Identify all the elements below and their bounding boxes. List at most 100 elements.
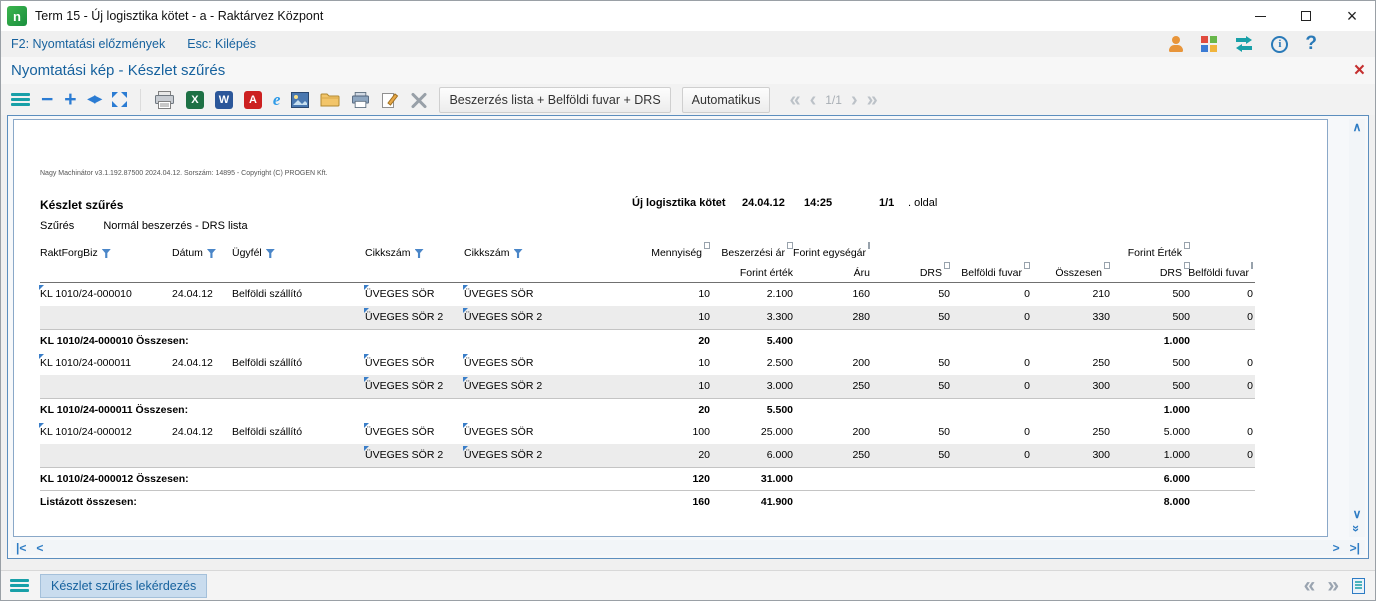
panel-close-icon[interactable]: × — [1354, 61, 1365, 80]
print-settings-icon[interactable] — [351, 92, 370, 108]
table-cell: 50 — [872, 352, 952, 375]
zoom-in-button[interactable]: + — [64, 91, 76, 109]
browser-export-icon[interactable]: e — [273, 90, 281, 110]
summary-cell: 20 — [594, 329, 712, 352]
document-icon[interactable] — [1351, 577, 1366, 595]
summary-cell — [795, 490, 872, 513]
report-meta-line: Nagy Machinátor v3.1.192.87500 2024.04.1… — [40, 170, 328, 177]
column-header-empty — [172, 262, 232, 282]
menu-exit[interactable]: Esc: Kilépés — [187, 37, 256, 51]
filter-icon[interactable] — [415, 249, 424, 258]
filter-icon[interactable] — [514, 249, 523, 258]
app-window: n Term 15 - Új logisztika kötet - a - Ra… — [0, 0, 1376, 601]
pdf-export-icon[interactable]: A — [244, 91, 262, 109]
summary-cell: 160 — [594, 490, 712, 513]
summary-cell: KL 1010/24-000011 Összesen: — [40, 398, 172, 421]
table-cell: 500 — [1112, 352, 1192, 375]
maximize-button[interactable] — [1283, 1, 1329, 31]
zoom-out-button[interactable]: − — [41, 91, 53, 109]
column-header: Belföldi fuvar — [1192, 262, 1255, 282]
print-icon[interactable] — [154, 91, 175, 109]
summary-cell — [872, 398, 952, 421]
column-header-label: Belföldi fuvar — [961, 267, 1022, 279]
statusbar-menu-icon[interactable] — [10, 579, 29, 592]
scroll-page-down-button[interactable]: » — [1350, 525, 1363, 532]
summary-cell: 20 — [594, 398, 712, 421]
query-tab[interactable]: Készlet szűrés lekérdezés — [40, 574, 207, 598]
table-cell: 280 — [795, 306, 872, 329]
table-cell: 100 — [594, 421, 712, 444]
column-header-label: Belföldi fuvar — [1188, 267, 1249, 279]
column-header: DRS — [1112, 262, 1192, 282]
summary-cell — [952, 490, 1032, 513]
scroll-home-button[interactable]: |< — [16, 542, 26, 554]
column-header: DRS — [872, 262, 952, 282]
column-header[interactable]: RaktForgBiz — [40, 242, 172, 262]
scroll-left-button[interactable]: < — [36, 542, 43, 554]
menubar: F2: Nyomtatási előzmények Esc: Kilépés i… — [1, 31, 1375, 57]
filter-icon[interactable] — [266, 249, 275, 258]
summary-cell — [1192, 490, 1255, 513]
column-header[interactable]: Cikkszám — [365, 242, 464, 262]
sync-icon[interactable] — [1234, 36, 1254, 52]
scroll-up-button[interactable]: ∧ — [1353, 121, 1362, 133]
info-icon[interactable]: i — [1271, 36, 1288, 53]
filter-icon[interactable] — [102, 249, 111, 258]
first-page-button[interactable]: « — [789, 90, 800, 110]
column-header-label: Cikkszám — [464, 247, 510, 259]
fit-width-icon[interactable]: ◀▶ — [88, 94, 101, 105]
next-query-button[interactable]: » — [1327, 575, 1339, 596]
summary-cell — [1032, 398, 1112, 421]
summary-cell — [365, 490, 464, 513]
prev-page-button[interactable]: ‹ — [810, 90, 817, 110]
apps-icon[interactable] — [1201, 36, 1217, 52]
report-title-row: Készlet szűrés Új logisztika kötet 24.04… — [40, 196, 1307, 212]
word-export-icon[interactable]: W — [215, 91, 233, 109]
table-cell — [172, 444, 232, 467]
summary-cell: 1.000 — [1112, 398, 1192, 421]
column-header-label: Forint Érték — [1128, 247, 1182, 259]
prev-query-button[interactable]: « — [1304, 575, 1316, 596]
column-header: Áru — [795, 262, 872, 282]
next-page-button[interactable]: › — [851, 90, 858, 110]
horizontal-scrollbar[interactable]: |< < > >| — [11, 540, 1365, 555]
open-folder-icon[interactable] — [320, 92, 340, 108]
vertical-scrollbar[interactable]: ∧ ∨ » — [1349, 119, 1365, 537]
filter-icon[interactable] — [207, 249, 216, 258]
table-cell: 50 — [872, 444, 952, 467]
column-header[interactable]: Ügyfél — [232, 242, 365, 262]
table-cell: 1.000 — [1112, 444, 1192, 467]
fit-page-icon[interactable] — [112, 92, 127, 107]
statusbar-right: « » — [1304, 575, 1366, 596]
scroll-right-button[interactable]: > — [1333, 542, 1340, 554]
image-export-icon[interactable] — [291, 92, 309, 108]
excel-export-icon[interactable]: X — [186, 91, 204, 109]
menu-icon[interactable] — [11, 93, 30, 106]
column-header: Forint érték — [712, 262, 795, 282]
minimize-button[interactable] — [1237, 1, 1283, 31]
table-cell: 0 — [1192, 306, 1255, 329]
summary-cell — [365, 467, 464, 490]
column-header: Beszerzési ár — [712, 242, 795, 262]
user-icon[interactable] — [1168, 36, 1184, 52]
scroll-down-button[interactable]: ∨ — [1353, 508, 1362, 520]
column-header-label: Mennyiség — [651, 247, 702, 259]
last-page-button[interactable]: » — [867, 90, 878, 110]
automatic-button[interactable]: Automatikus — [682, 87, 771, 113]
table-cell: 330 — [1032, 306, 1112, 329]
help-icon[interactable]: ? — [1305, 33, 1317, 55]
table-cell: 200 — [795, 421, 872, 444]
column-header[interactable]: Dátum — [172, 242, 232, 262]
summary-cell: 8.000 — [1112, 490, 1192, 513]
table-cell: ÜVEGES SÖR 2 — [464, 306, 594, 329]
report-selector-button[interactable]: Beszerzés lista + Belföldi fuvar + DRS — [439, 87, 670, 113]
edit-icon[interactable] — [381, 91, 399, 109]
statusbar: Készlet szűrés lekérdezés « » — [1, 570, 1375, 600]
close-button[interactable]: × — [1329, 1, 1375, 31]
scroll-end-button[interactable]: >| — [1350, 542, 1360, 554]
tools-icon[interactable] — [410, 91, 428, 109]
menu-print-history[interactable]: F2: Nyomtatási előzmények — [11, 37, 165, 51]
table-cell: 500 — [1112, 375, 1192, 398]
column-header[interactable]: Cikkszám — [464, 242, 594, 262]
column-header-label: Forint egységár — [793, 247, 866, 259]
